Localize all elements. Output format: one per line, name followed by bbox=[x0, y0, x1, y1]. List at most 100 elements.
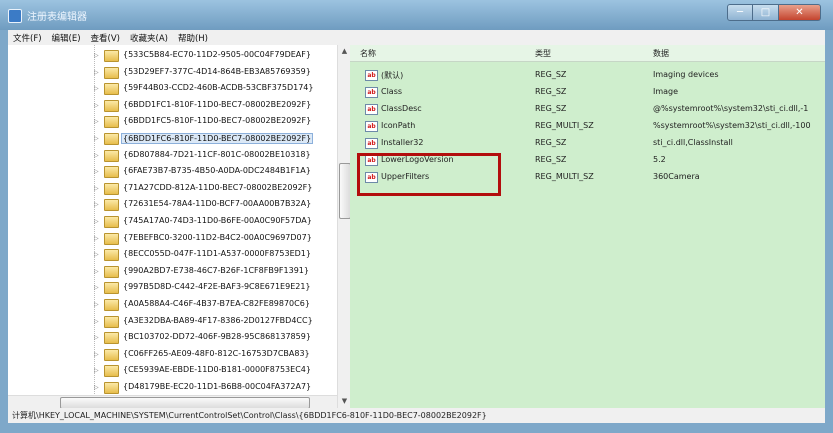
folder-icon bbox=[104, 166, 119, 179]
tree-key-row[interactable]: ▷ {6BDD1FC6-810F-11D0-BEC7-08002BE2092F} bbox=[8, 130, 337, 146]
value-row[interactable]: ab IconPath REG_MULTI_SZ %systemroot%\syste… bbox=[350, 118, 825, 134]
tree-key-row[interactable]: ▷ {A3E32DBA-BA89-4F17-8386-2D0127FBD4CC} bbox=[8, 313, 337, 329]
tree-key-row[interactable]: ▷ {C06FF265-AE09-48F0-812C-16753D7CBA83} bbox=[8, 346, 337, 362]
value-type: REG_MULTI_SZ bbox=[535, 172, 594, 181]
expand-arrow-icon[interactable]: ▷ bbox=[94, 201, 100, 208]
tree-key-label: {745A17A0-74D3-11D0-B6FE-00A0C90F57DA} bbox=[123, 216, 312, 225]
folder-icon bbox=[104, 149, 119, 162]
menu-help[interactable]: 帮助(H) bbox=[173, 32, 213, 44]
expand-arrow-icon[interactable]: ▷ bbox=[94, 85, 100, 92]
tree-key-label: {997B5D8D-C442-4F2E-BAF3-9C8E671E9E21} bbox=[123, 282, 311, 292]
expand-arrow-icon[interactable]: ▷ bbox=[94, 69, 100, 76]
string-value-icon: ab bbox=[365, 70, 378, 81]
value-row[interactable]: ab ClassDesc REG_SZ @%systemroot%\system32\… bbox=[350, 101, 825, 117]
menu-edit[interactable]: 编辑(E) bbox=[47, 32, 86, 44]
expand-arrow-icon[interactable]: ▷ bbox=[94, 334, 100, 341]
folder-icon bbox=[104, 365, 119, 378]
expand-arrow-icon[interactable]: ▷ bbox=[94, 251, 100, 258]
tree-key-row[interactable]: ▷ {745A17A0-74D3-11D0-B6FE-00A0C90F57DA} bbox=[8, 213, 337, 229]
tree-key-label: {7EBEFBC0-3200-11D2-B4C2-00A0C9697D07} bbox=[123, 232, 312, 242]
value-row[interactable]: ab Class REG_SZ Image bbox=[350, 84, 825, 100]
tree-key-row[interactable]: ▷ {990A2BD7-E738-46C7-B26F-1CF8FB9F1391} bbox=[8, 263, 337, 279]
tree-key-label: {A0A588A4-C46F-4B37-B7EA-C82FE89870C6} bbox=[123, 299, 310, 308]
tree-key-row[interactable]: ▷ {6FAE73B7-B735-4B50-A0DA-0DC2484B1F1A} bbox=[8, 163, 337, 179]
tree-key-label: {6BDD1FC1-810F-11D0-BEC7-08002BE2092F} bbox=[123, 99, 312, 109]
value-data: Image bbox=[653, 87, 679, 96]
menu-file[interactable]: 文件(F) bbox=[8, 32, 47, 44]
red-highlight-box bbox=[357, 153, 501, 196]
menu-view[interactable]: 查看(V) bbox=[86, 32, 125, 44]
column-data-header[interactable]: 数据 bbox=[653, 48, 669, 59]
tree-key-row[interactable]: ▷ {6D807884-7D21-11CF-801C-08002BE10318} bbox=[8, 147, 337, 163]
tree-key-row[interactable]: ▷ {7EBEFBC0-3200-11D2-B4C2-00A0C9697D07} bbox=[8, 230, 337, 246]
tree-horizontal-scroll-thumb[interactable] bbox=[60, 397, 310, 408]
folder-icon bbox=[104, 83, 119, 96]
expand-arrow-icon[interactable]: ▷ bbox=[94, 185, 100, 192]
window-title: 注册表编辑器 bbox=[27, 12, 87, 23]
column-name-header[interactable]: 名称 bbox=[360, 48, 376, 59]
tree-key-label: {990A2BD7-E738-46C7-B26F-1CF8FB9F1391} bbox=[123, 265, 309, 275]
tree-key-row[interactable]: ▷ {6BDD1FC5-810F-11D0-BEC7-08002BE2092F} bbox=[8, 113, 337, 129]
expand-arrow-icon[interactable]: ▷ bbox=[94, 268, 100, 275]
column-type-header[interactable]: 类型 bbox=[535, 48, 551, 59]
expand-arrow-icon[interactable]: ▷ bbox=[94, 351, 100, 358]
expand-arrow-icon[interactable]: ▷ bbox=[94, 102, 100, 109]
value-row[interactable]: ab Installer32 REG_SZ sti_ci.dll,ClassInsta… bbox=[350, 135, 825, 151]
tree-key-row[interactable]: ▷ {53D29EF7-377C-4D14-864B-EB3A85769359} bbox=[8, 64, 337, 80]
folder-icon bbox=[104, 232, 119, 245]
window-controls: ─ □ ✕ bbox=[727, 4, 821, 22]
tree-key-row[interactable]: ▷ {997B5D8D-C442-4F2E-BAF3-9C8E671E9E21} bbox=[8, 279, 337, 295]
tree-key-label: {BC103702-DD72-406F-9B28-95C868137859} bbox=[123, 332, 311, 342]
value-row[interactable]: ab (默认) REG_SZ Imaging devices bbox=[350, 67, 825, 83]
expand-arrow-icon[interactable]: ▷ bbox=[94, 301, 100, 308]
tree-key-row[interactable]: ▷ {8ECC055D-047F-11D1-A537-0000F8753ED1} bbox=[8, 246, 337, 262]
expand-arrow-icon[interactable]: ▷ bbox=[94, 52, 100, 59]
tree-horizontal-scrollbar[interactable] bbox=[8, 395, 337, 408]
value-type: REG_SZ bbox=[535, 155, 567, 164]
expand-arrow-icon[interactable]: ▷ bbox=[94, 235, 100, 242]
string-value-icon: ab bbox=[365, 104, 378, 115]
expand-arrow-icon[interactable]: ▷ bbox=[94, 152, 100, 159]
expand-arrow-icon[interactable]: ▷ bbox=[94, 168, 100, 175]
tree-key-row[interactable]: ▷ {6BDD1FC1-810F-11D0-BEC7-08002BE2092F} bbox=[8, 97, 337, 113]
tree-key-row[interactable]: ▷ {59F44B03-CCD2-460B-ACDB-53CBF375D174} bbox=[8, 80, 337, 96]
title-bar[interactable]: 注册表编辑器 ─ □ ✕ bbox=[0, 0, 833, 30]
expand-arrow-icon[interactable]: ▷ bbox=[94, 218, 100, 225]
maximize-button[interactable]: □ bbox=[753, 4, 779, 21]
registry-editor-icon bbox=[8, 9, 22, 23]
string-value-icon: ab bbox=[365, 87, 378, 98]
menu-favorites[interactable]: 收藏夹(A) bbox=[125, 32, 173, 44]
tree-key-label: {CE5939AE-EBDE-11D0-B181-0000F8753EC4} bbox=[123, 365, 311, 375]
tree-key-row[interactable]: ▷ {CE5939AE-EBDE-11D0-B181-0000F8753EC4} bbox=[8, 362, 337, 378]
minimize-button[interactable]: ─ bbox=[727, 4, 753, 21]
tree-key-label: {C06FF265-AE09-48F0-812C-16753D7CBA83} bbox=[123, 348, 310, 358]
tree-key-label: {59F44B03-CCD2-460B-ACDB-53CBF375D174} bbox=[123, 83, 314, 93]
close-button[interactable]: ✕ bbox=[779, 4, 821, 21]
tree-key-label: {D48179BE-EC20-11D1-B6B8-00C04FA372A7} bbox=[123, 382, 312, 391]
client-area: ▷ {533C5B84-EC70-11D2-9505-00C04F79DEAF} ▷… bbox=[8, 45, 825, 408]
string-value-icon: ab bbox=[365, 138, 378, 149]
expand-arrow-icon[interactable]: ▷ bbox=[94, 135, 100, 142]
folder-icon bbox=[104, 348, 119, 361]
expand-arrow-icon[interactable]: ▷ bbox=[94, 384, 100, 391]
tree-key-row[interactable]: ▷ {A0A588A4-C46F-4B37-B7EA-C82FE89870C6} bbox=[8, 296, 337, 312]
tree-key-row[interactable]: ▷ {D48179BE-EC20-11D1-B6B8-00C04FA372A7} bbox=[8, 379, 337, 395]
tree-key-row[interactable]: ▷ {533C5B84-EC70-11D2-9505-00C04F79DEAF} bbox=[8, 47, 337, 63]
tree-key-row[interactable]: ▷ {71A27CDD-812A-11D0-BEC7-08002BE2092F} bbox=[8, 180, 337, 196]
tree-key-row[interactable]: ▷ {BC103702-DD72-406F-9B28-95C868137859} bbox=[8, 329, 337, 345]
folder-icon bbox=[104, 299, 119, 311]
expand-arrow-icon[interactable]: ▷ bbox=[94, 118, 100, 125]
expand-arrow-icon[interactable]: ▷ bbox=[94, 318, 100, 325]
folder-icon bbox=[104, 50, 119, 62]
expand-arrow-icon[interactable]: ▷ bbox=[94, 367, 100, 374]
folder-icon bbox=[104, 199, 119, 212]
tree-key-label: {533C5B84-EC70-11D2-9505-00C04F79DEAF} bbox=[123, 50, 311, 59]
tree-key-label: {6FAE73B7-B735-4B50-A0DA-0DC2484B1F1A} bbox=[123, 166, 311, 176]
expand-arrow-icon[interactable]: ▷ bbox=[94, 284, 100, 291]
value-type: REG_SZ bbox=[535, 70, 567, 79]
status-path: 计算机\HKEY_LOCAL_MACHINE\SYSTEM\CurrentCon… bbox=[12, 411, 487, 420]
folder-icon bbox=[104, 282, 119, 295]
value-name: IconPath bbox=[381, 121, 416, 130]
tree-key-row[interactable]: ▷ {72631E54-78A4-11D0-BCF7-00AA00B7B32A} bbox=[8, 196, 337, 212]
tree-vertical-scrollbar[interactable]: ▲ ▼ bbox=[337, 45, 350, 408]
